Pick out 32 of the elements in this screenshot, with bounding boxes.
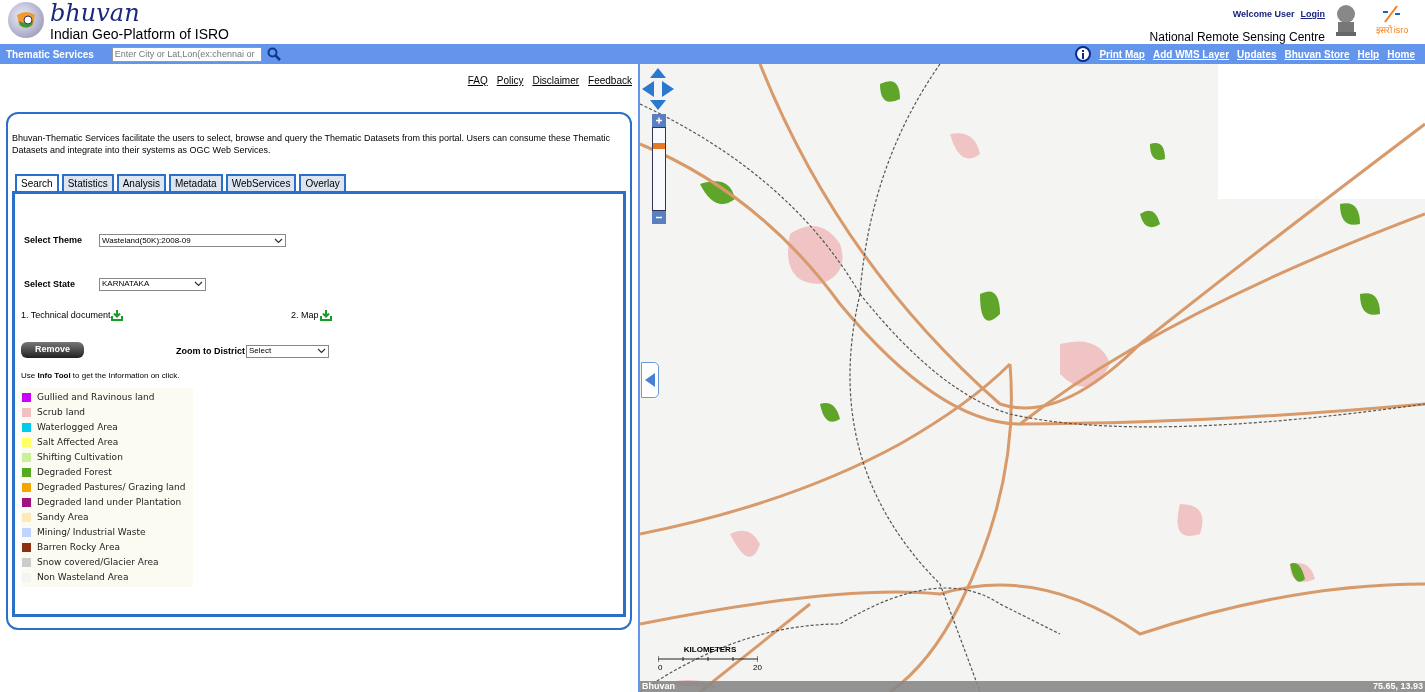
legend-label: Salt Affected Area — [37, 435, 119, 449]
welcome-text: Welcome User — [1232, 8, 1295, 21]
scale-label: KILOMETERS — [683, 644, 737, 656]
legend-label: Barren Rocky Area — [37, 540, 120, 554]
legend-label: Gullied and Ravinous land — [37, 390, 155, 404]
source-text: Bhuvan — [642, 679, 675, 692]
brand-logo-text: bhuvan — [50, 2, 141, 24]
legend-label: Degraded Forest — [37, 465, 112, 479]
logo-text: isro — [1393, 24, 1409, 37]
organisation-name: National Remote Sensing Centre — [1149, 28, 1325, 46]
legend-label: Degraded Pastures/ Grazing land — [37, 480, 186, 494]
scale-tick: 0 — [658, 662, 663, 674]
legend-label: Shifting Cultivation — [37, 450, 123, 464]
info-note: Use Info Tool to get the Information on click. — [21, 370, 181, 382]
section-title: Thematic Services — [6, 47, 94, 62]
download-label: 1. Technical document — [21, 309, 111, 322]
description-text: Bhuvan-Thematic Services facilitate the users to select, browse and query the Thematic Datasets from this portal. Users can consume these Thematic Datasets and integrate into their systems as OGC Web Services. — [12, 132, 611, 156]
legend-label: Non Wasteland Area — [37, 570, 129, 584]
download-label: 2. Map — [291, 309, 319, 322]
field-label: Zoom to District — [176, 344, 245, 358]
field-label: Select State — [23, 277, 77, 291]
legend-label: Waterlogged Area — [37, 420, 118, 434]
tagline: Indian Geo-Platform of ISRO — [50, 27, 229, 41]
legend-label: Degraded land under Plantation — [37, 495, 182, 509]
field-label: Select Theme — [23, 234, 84, 247]
legend-label: Sandy Area — [37, 510, 89, 524]
logo-text: इसरो — [1375, 24, 1392, 37]
legend-label: Mining/ Industrial Waste — [37, 525, 146, 539]
legend-label: Snow covered/Glacier Area — [37, 555, 159, 569]
scale-tick: 20 — [753, 662, 762, 674]
coordinates-text: 75.65, 13.93 — [1372, 679, 1423, 692]
legend-label: Scrub land — [37, 405, 86, 419]
